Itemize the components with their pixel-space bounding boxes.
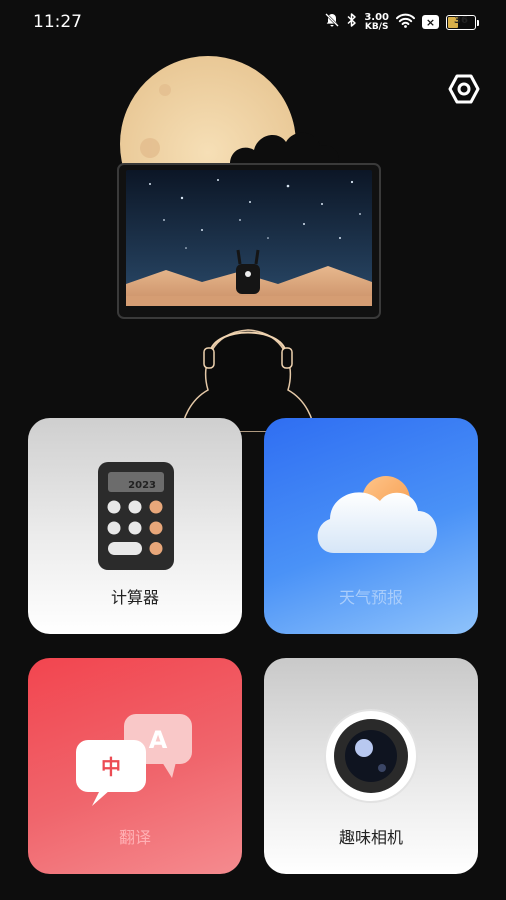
close-badge-icon: × bbox=[422, 15, 439, 29]
translate-label: 翻译 bbox=[118, 828, 151, 847]
bluetooth-icon bbox=[347, 12, 357, 32]
translate-char-a: A bbox=[149, 726, 168, 754]
status-time: 11:27 bbox=[33, 12, 82, 32]
camera-tile[interactable]: 趣味相机 bbox=[264, 658, 478, 874]
net-speed-unit: KB/S bbox=[364, 22, 389, 32]
settings-button[interactable] bbox=[447, 72, 481, 106]
translate-icon: A 中 bbox=[76, 714, 192, 806]
calculator-display: 2023 bbox=[128, 480, 156, 491]
bell-muted-icon bbox=[324, 12, 340, 32]
battery-icon: 36 bbox=[446, 14, 479, 30]
translate-char-zh: 中 bbox=[101, 755, 121, 779]
net-speed: 3.00 KB/S bbox=[364, 13, 389, 32]
weather-icon bbox=[317, 476, 437, 553]
weather-label: 天气预报 bbox=[338, 588, 403, 607]
status-bar: 11:27 3.00 KB/S × 36 bbox=[0, 0, 506, 44]
translate-tile[interactable]: A 中 翻译 bbox=[28, 658, 242, 874]
status-icons: 3.00 KB/S × 36 bbox=[324, 12, 479, 32]
hero-illustration bbox=[90, 52, 410, 433]
calculator-label: 计算器 bbox=[110, 588, 159, 607]
wifi-icon bbox=[396, 13, 415, 32]
calculator-icon: 2023 bbox=[98, 462, 174, 570]
camera-label: 趣味相机 bbox=[338, 828, 403, 847]
weather-tile[interactable]: 天气预报 bbox=[264, 418, 478, 634]
camera-icon bbox=[324, 709, 418, 803]
battery-level: 36 bbox=[454, 14, 468, 26]
battery-nub bbox=[477, 19, 479, 26]
calculator-tile[interactable]: 2023 计算器 bbox=[28, 418, 242, 634]
settings-icon bbox=[448, 74, 480, 104]
